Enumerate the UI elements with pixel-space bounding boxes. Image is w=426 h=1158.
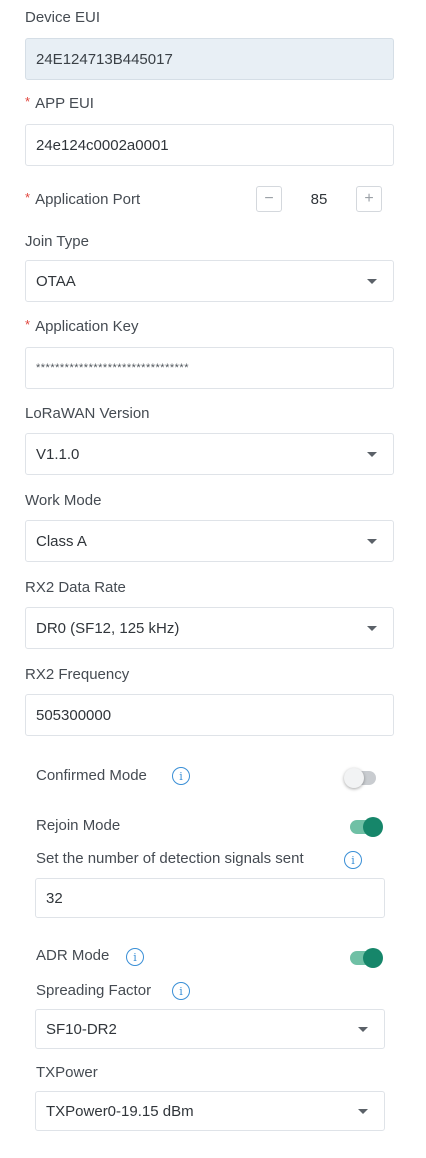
required-mark: * [25,190,31,205]
confirmed-mode-toggle[interactable] [344,768,376,788]
app-eui-value: 24e124c0002a0001 [36,136,169,154]
device-eui-field: 24E124713B445017 [25,38,394,80]
info-icon[interactable]: i [172,982,190,1000]
spreading-factor-label: Spreading Factor [36,982,152,999]
device-eui-label: Device EUI [25,9,101,26]
work-mode-label: Work Mode [25,492,102,509]
application-port-value[interactable]: 85 [299,191,339,208]
application-key-value: ******************************** [36,362,189,374]
work-mode-select[interactable]: Class A [25,520,394,562]
rx2-frequency-value: 505300000 [36,706,112,724]
rx2-data-rate-select[interactable]: DR0 (SF12, 125 kHz) [25,607,394,649]
chevron-down-icon [358,1026,368,1032]
confirmed-mode-label: Confirmed Mode [36,767,147,784]
toggle-knob [344,768,364,788]
txpower-value: TXPower0-19.15 dBm [46,1102,194,1120]
rejoin-mode-label: Rejoin Mode [36,817,121,834]
toggle-knob [363,948,383,968]
rx2-data-rate-label: RX2 Data Rate [25,579,126,596]
application-port-label: * Application Port [25,190,141,208]
toggle-knob [363,817,383,837]
rx2-data-rate-value: DR0 (SF12, 125 kHz) [36,619,180,637]
txpower-select[interactable]: TXPower0-19.15 dBm [35,1091,385,1131]
detection-signals-label: Set the number of detection signals sent [36,850,304,867]
app-eui-label: * APP EUI [25,94,94,112]
lorawan-version-value: V1.1.0 [36,445,80,463]
required-mark: * [25,317,31,332]
info-icon[interactable]: i [344,851,362,869]
port-decrement-button[interactable]: − [256,186,282,212]
adr-mode-toggle[interactable] [350,948,383,968]
detection-signals-input[interactable]: 32 [35,878,385,918]
txpower-label: TXPower [36,1064,98,1081]
adr-mode-label: ADR Mode [36,947,110,964]
chevron-down-icon [367,451,377,457]
rejoin-mode-toggle[interactable] [350,817,383,837]
chevron-down-icon [367,625,377,631]
join-type-label: Join Type [25,233,89,250]
rx2-frequency-label: RX2 Frequency [25,666,130,683]
info-icon[interactable]: i [126,948,144,966]
spreading-factor-select[interactable]: SF10-DR2 [35,1009,385,1049]
lorawan-version-label: LoRaWAN Version [25,405,150,422]
spreading-factor-value: SF10-DR2 [46,1020,117,1038]
info-icon[interactable]: i [172,767,190,785]
required-mark: * [25,94,31,109]
chevron-down-icon [358,1108,368,1114]
app-eui-input[interactable]: 24e124c0002a0001 [25,124,394,166]
work-mode-value: Class A [36,532,87,550]
chevron-down-icon [367,278,377,284]
device-eui-value: 24E124713B445017 [36,50,173,68]
port-increment-button[interactable]: + [356,186,382,212]
join-type-select[interactable]: OTAA [25,260,394,302]
join-type-value: OTAA [36,272,76,290]
application-key-input[interactable]: ******************************** [25,347,394,389]
chevron-down-icon [367,538,377,544]
rx2-frequency-input[interactable]: 505300000 [25,694,394,736]
lorawan-version-select[interactable]: V1.1.0 [25,433,394,475]
detection-signals-value: 32 [46,889,63,907]
application-key-label: * Application Key [25,317,139,335]
